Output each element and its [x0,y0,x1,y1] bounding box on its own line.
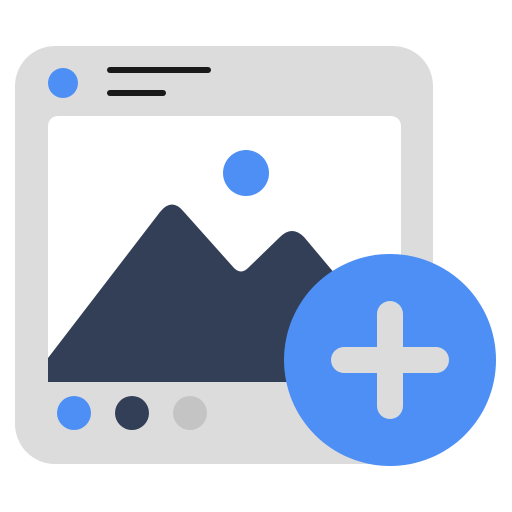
pagination-dot [173,396,207,430]
title-dot-icon [48,68,78,98]
add-badge [284,254,496,466]
sun-icon [223,150,269,196]
pagination-dots [57,396,207,430]
add-image-icon [15,46,496,466]
pagination-dot-active [57,396,91,430]
add-image-illustration [0,0,512,512]
pagination-dot [115,396,149,430]
